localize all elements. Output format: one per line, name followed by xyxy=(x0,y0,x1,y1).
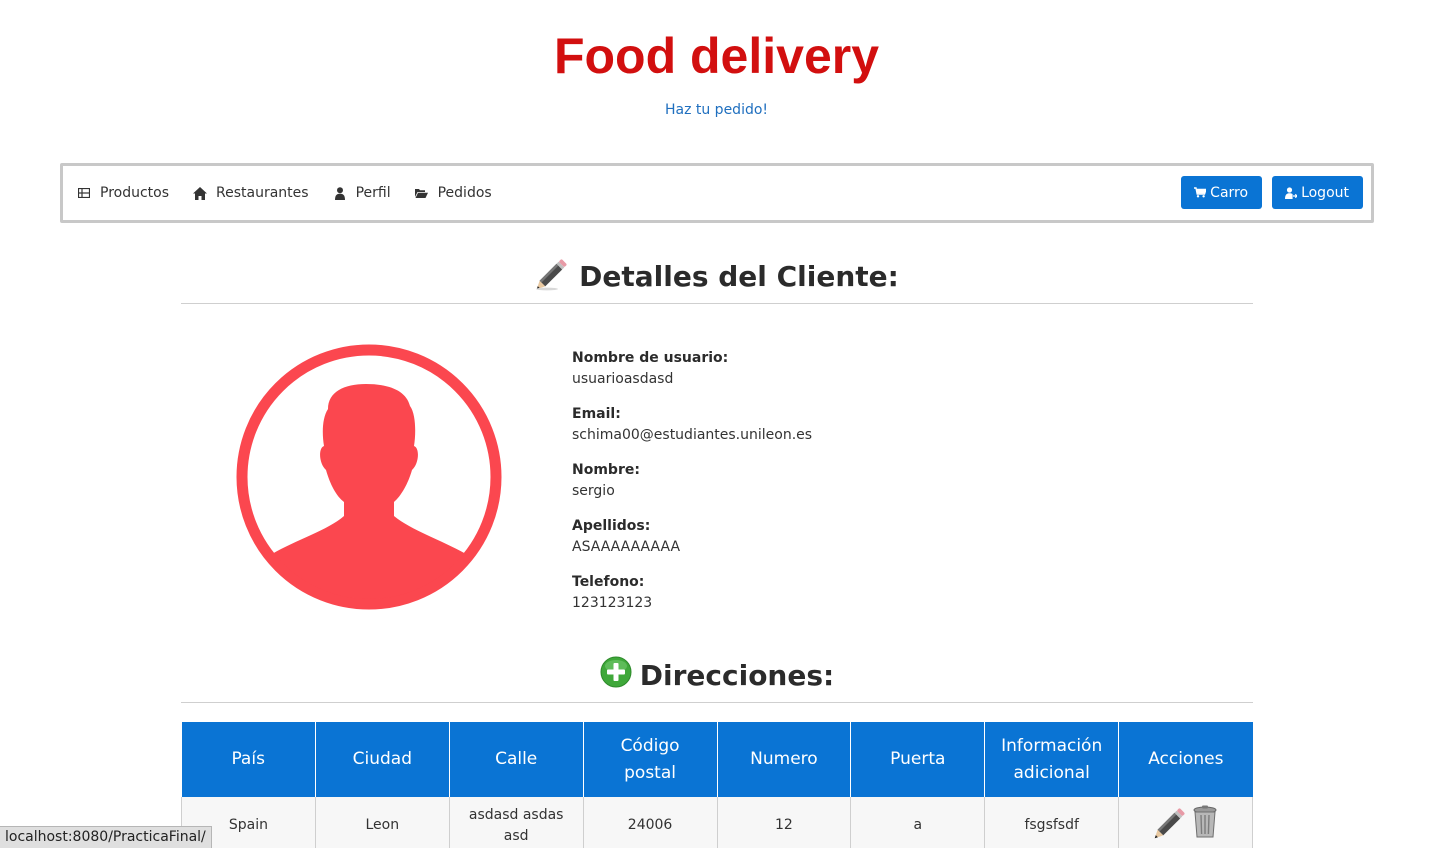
cell-acciones xyxy=(1118,797,1253,848)
client-details: Nombre de usuario: usuarioasdasd Email: … xyxy=(572,349,812,629)
detail-value: usuarioasdasd xyxy=(572,371,674,387)
detail-username: Nombre de usuario: usuarioasdasd xyxy=(572,349,812,391)
trash-icon[interactable] xyxy=(1191,805,1219,846)
table-row: Spain Leon asdasd asdas asd 24006 12 a f… xyxy=(181,797,1253,848)
row-actions xyxy=(1129,804,1242,847)
nav-actions: Carro Logout xyxy=(1171,176,1363,209)
addresses-table: País Ciudad Calle Código postal Numero P… xyxy=(181,722,1253,848)
user-logout-icon xyxy=(1285,186,1298,199)
nav-item-label: Pedidos xyxy=(437,185,492,201)
detail-phone: Telefono: 123123123 xyxy=(572,573,812,615)
nav-item-label: Productos xyxy=(100,185,170,201)
addresses-title: Direcciones: xyxy=(639,659,835,692)
addresses-heading: Direcciones: xyxy=(181,656,1253,703)
nav-item-perfil[interactable]: Perfil xyxy=(333,185,391,201)
column-header-codigo-postal: Código postal xyxy=(583,722,718,797)
nav-item-label: Perfil xyxy=(355,185,391,201)
detail-last-name: Apellidos: ASAAAAAAAAA xyxy=(572,517,812,559)
client-details-heading: Detalles del Cliente: xyxy=(181,255,1253,304)
cell-ciudad: Leon xyxy=(315,797,450,848)
cell-informacion-adicional: fsgsfsdf xyxy=(984,797,1120,848)
detail-label: Apellidos: xyxy=(572,518,651,534)
cell-numero: 12 xyxy=(717,797,852,848)
home-icon xyxy=(193,186,208,200)
cell-calle: asdasd asdas asd xyxy=(449,797,584,848)
th-list-icon xyxy=(77,186,91,200)
table-header-row: País Ciudad Calle Código postal Numero P… xyxy=(181,722,1253,797)
nav-item-productos[interactable]: Productos xyxy=(77,185,169,201)
avatar xyxy=(236,344,502,610)
site-title: Food delivery xyxy=(553,28,880,84)
add-circle-icon[interactable] xyxy=(600,656,632,695)
user-icon xyxy=(333,186,347,200)
detail-label: Telefono: xyxy=(572,574,645,590)
column-header-calle: Calle xyxy=(449,722,584,797)
detail-email: Email: schima00@estudiantes.unileon.es xyxy=(572,405,812,447)
detail-value: 123123123 xyxy=(572,595,653,611)
detail-label: Nombre: xyxy=(572,462,640,478)
nav-item-restaurantes[interactable]: Restaurantes xyxy=(193,185,309,201)
nav-item-label: Restaurantes xyxy=(216,185,309,201)
edit-pencil-icon[interactable] xyxy=(1153,804,1189,847)
column-header-informacion-adicional: Información adicional xyxy=(984,722,1120,797)
logout-button-label: Logout xyxy=(1301,184,1349,201)
cell-codigo-postal: 24006 xyxy=(583,797,718,848)
detail-first-name: Nombre: sergio xyxy=(572,461,812,503)
client-details-title: Detalles del Cliente: xyxy=(579,260,899,293)
detail-value: ASAAAAAAAAA xyxy=(572,539,681,555)
column-header-acciones: Acciones xyxy=(1118,722,1253,797)
shopping-cart-icon xyxy=(1194,187,1207,199)
column-header-ciudad: Ciudad xyxy=(315,722,450,797)
detail-label: Nombre de usuario: xyxy=(572,350,729,366)
folder-open-icon xyxy=(415,186,429,200)
detail-value: sergio xyxy=(572,483,615,499)
pencil-icon[interactable] xyxy=(535,255,571,298)
column-header-puerta: Puerta xyxy=(850,722,986,797)
cart-button[interactable]: Carro xyxy=(1181,176,1263,209)
logout-button[interactable]: Logout xyxy=(1272,176,1363,209)
cart-button-label: Carro xyxy=(1210,184,1249,201)
site-subtitle-link[interactable]: Haz tu pedido! xyxy=(0,100,1433,120)
nav-item-pedidos[interactable]: Pedidos xyxy=(415,185,492,201)
detail-value: schima00@estudiantes.unileon.es xyxy=(572,427,813,443)
nav-menu: Productos Restaurantes Perfil Pedidos xyxy=(77,166,516,220)
column-header-numero: Numero xyxy=(717,722,852,797)
column-header-pais: País xyxy=(181,722,316,797)
detail-label: Email: xyxy=(572,406,621,422)
browser-status-bar: localhost:8080/PracticaFinal/ xyxy=(0,826,212,848)
main-navbar: Productos Restaurantes Perfil Pedidos Ca… xyxy=(60,163,1374,223)
cell-puerta: a xyxy=(850,797,986,848)
